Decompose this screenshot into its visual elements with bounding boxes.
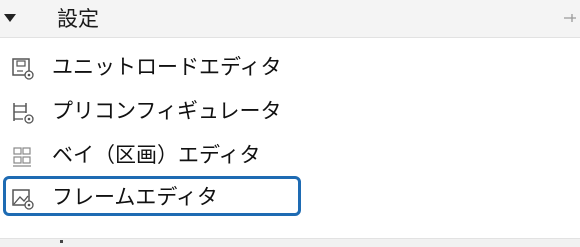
preconfigurator-icon — [13, 103, 34, 124]
bay-editor-icon — [13, 147, 31, 167]
next-section-header[interactable] — [0, 238, 580, 247]
collapse-arrow-icon[interactable] — [4, 14, 16, 22]
section-title: 設定 — [57, 7, 99, 31]
settings-panel: 設定 ユニットロードエディタ プリコンフィギュレータ ベイ（区画）エディタ フレ… — [0, 0, 580, 247]
menu-item-frame-editor[interactable]: フレームエディタ — [0, 176, 580, 220]
menu-item-label: プリコンフィギュレータ — [52, 99, 282, 123]
settings-section-header[interactable]: 設定 — [0, 0, 580, 38]
menu-item-bay-editor[interactable]: ベイ（区画）エディタ — [0, 134, 580, 178]
menu-item-preconfigurator[interactable]: プリコンフィギュレータ — [0, 90, 580, 134]
menu-item-label: ベイ（区画）エディタ — [52, 143, 261, 167]
section-edge-marker — [60, 240, 63, 243]
pin-icon[interactable] — [562, 9, 578, 27]
menu-item-label: フレームエディタ — [52, 185, 218, 209]
menu-item-unit-load-editor[interactable]: ユニットロードエディタ — [0, 46, 580, 90]
frame-editor-icon — [12, 189, 34, 210]
menu-item-label: ユニットロードエディタ — [52, 55, 282, 79]
unit-load-editor-icon — [12, 58, 34, 80]
